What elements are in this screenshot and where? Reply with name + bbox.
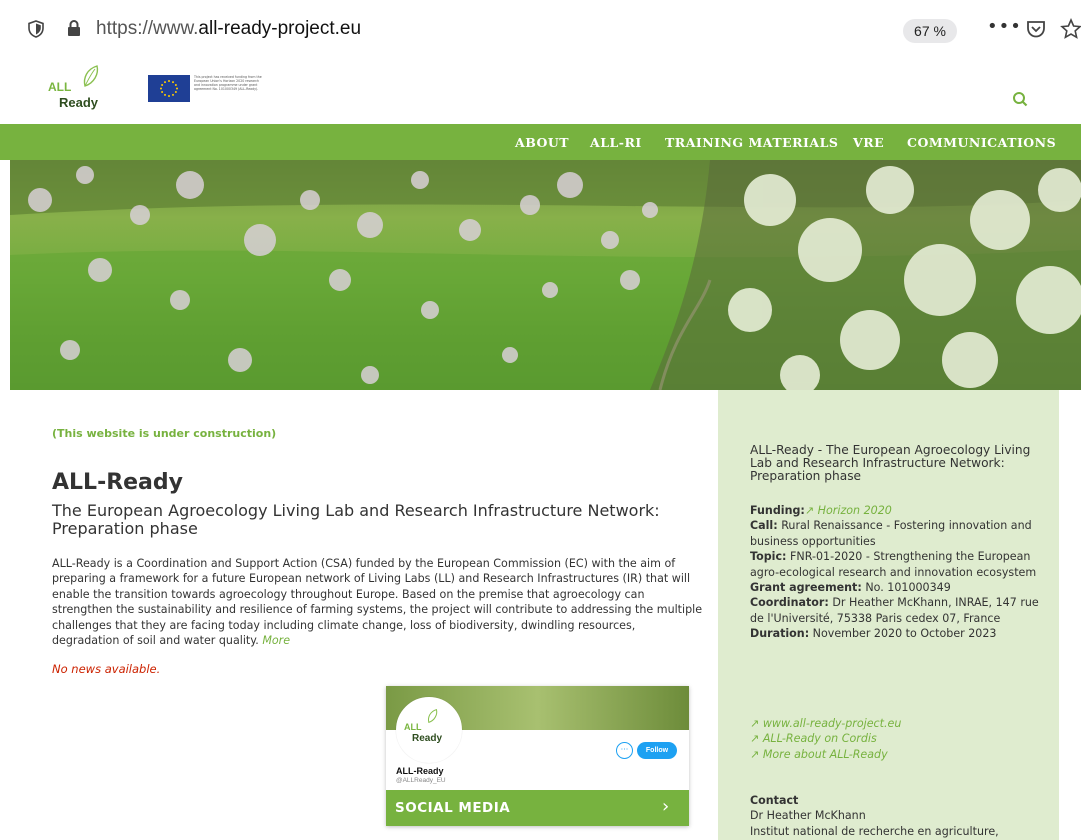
- main-nav: ABOUT ALL-RI TRAINING MATERIALS VRE COMM…: [0, 124, 1081, 160]
- contact-block: Contact Dr Heather McKhann Institut nati…: [750, 793, 1040, 839]
- call-value: Rural Renaissance - Fostering innovation…: [750, 519, 1032, 548]
- social-media-card[interactable]: ALL Ready ··· Follow ALL-Ready @ALLReady…: [386, 686, 689, 826]
- duration-value: November 2020 to October 2023: [809, 627, 997, 641]
- project-details: Funding:↗ Horizon 2020 Call: Rural Renai…: [750, 503, 1040, 642]
- funding-label: Funding:: [750, 504, 805, 517]
- lock-icon[interactable]: [67, 20, 81, 36]
- chevron-right-icon: ›: [662, 796, 670, 817]
- avatar-all-text: ALL: [404, 722, 422, 732]
- duration-label: Duration:: [750, 627, 810, 641]
- no-news-message: No news available.: [52, 662, 161, 676]
- nav-item-communications[interactable]: COMMUNICATIONS: [907, 135, 1056, 150]
- more-icon[interactable]: •••: [987, 16, 1022, 37]
- pocket-icon[interactable]: [1026, 19, 1046, 39]
- hero-image: [10, 160, 1081, 390]
- topic-label: Topic:: [750, 550, 787, 564]
- more-link[interactable]: More: [262, 634, 290, 647]
- social-account-handle: @ALLReady_EU: [396, 777, 446, 784]
- search-icon[interactable]: [1012, 91, 1028, 107]
- leaf-icon: [428, 708, 438, 724]
- social-media-button[interactable]: SOCIAL MEDIA ›: [386, 790, 689, 826]
- social-account-name: ALL-Ready: [396, 766, 444, 776]
- contact-name: Dr Heather McKhann: [750, 809, 866, 823]
- site-logo[interactable]: ALL Ready: [45, 62, 115, 118]
- contact-label: Contact: [750, 794, 799, 807]
- topic-value: FNR-01-2020 - Strengthening the European…: [750, 550, 1037, 579]
- grant-value: No. 101000349: [861, 581, 951, 595]
- url-field[interactable]: https://www.all-ready-project.eu: [96, 18, 361, 40]
- call-label: Call:: [750, 519, 778, 533]
- nav-item-vre[interactable]: VRE: [853, 135, 884, 150]
- page-title: ALL-Ready: [52, 470, 183, 495]
- page-subtitle: The European Agroecology Living Lab and …: [52, 501, 660, 538]
- leaf-icon: [83, 65, 99, 87]
- construction-notice: (This website is under construction): [52, 427, 277, 440]
- browser-toolbar: https://www.all-ready-project.eu 67 % ••…: [0, 0, 1081, 56]
- social-more-button[interactable]: ···: [616, 742, 633, 759]
- nav-item-training-materials[interactable]: TRAINING MATERIALS: [665, 135, 838, 150]
- avatar-ready-text: Ready: [412, 733, 443, 744]
- contact-organization: Institut national de recherche en agricu…: [750, 824, 999, 838]
- grant-label: Grant agreement:: [750, 581, 862, 595]
- intro-paragraph: ALL-Ready is a Coordination and Support …: [52, 557, 703, 648]
- eu-flag-icon: [148, 75, 190, 102]
- zoom-indicator[interactable]: 67 %: [903, 19, 957, 43]
- avatar[interactable]: ALL Ready: [396, 697, 462, 763]
- star-icon[interactable]: [1060, 18, 1081, 40]
- project-info-sidebar: ALL-Ready - The European Agroecology Liv…: [718, 390, 1059, 840]
- sidebar-title: ALL-Ready - The European Agroecology Liv…: [750, 443, 1031, 483]
- coordinator-label: Coordinator:: [750, 596, 829, 610]
- eu-funding-text: This project has received funding from t…: [194, 75, 262, 91]
- social-media-label: SOCIAL MEDIA: [395, 800, 511, 816]
- nav-item-all-ri[interactable]: ALL-RI: [590, 135, 642, 150]
- logo-ready-text: Ready: [59, 95, 99, 110]
- nav-item-about[interactable]: ABOUT: [515, 135, 569, 150]
- sidebar-links: ↗ www.all-ready-project.eu ↗ ALL-Ready o…: [750, 716, 1040, 762]
- cordis-link[interactable]: ↗ ALL-Ready on Cordis: [750, 732, 877, 745]
- logo-all-text: ALL: [48, 80, 72, 94]
- shield-icon[interactable]: [28, 20, 44, 38]
- horizon-2020-link[interactable]: ↗ Horizon 2020: [805, 504, 892, 517]
- follow-button[interactable]: Follow: [637, 742, 677, 759]
- more-about-link[interactable]: ↗ More about ALL-Ready: [750, 748, 888, 761]
- intro-text: ALL-Ready is a Coordination and Support …: [52, 556, 704, 648]
- website-link[interactable]: ↗ www.all-ready-project.eu: [750, 717, 901, 730]
